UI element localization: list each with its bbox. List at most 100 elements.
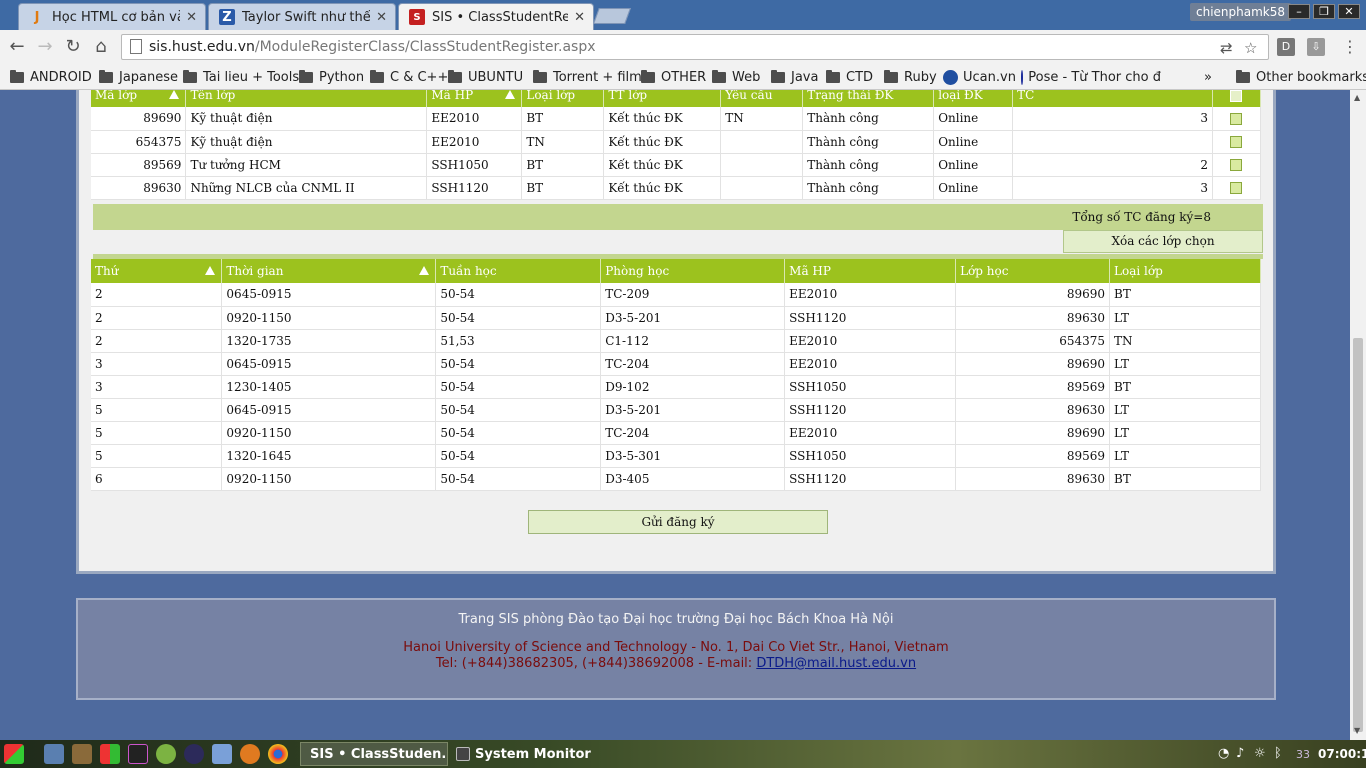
taskbar-task-sis[interactable]: SIS • ClassStuden... — [300, 742, 448, 766]
bookmark-python[interactable]: Python — [299, 67, 364, 87]
bookmarks-more-icon[interactable]: » — [1204, 67, 1212, 87]
row-checkbox[interactable] — [1230, 159, 1243, 171]
column-header[interactable]: Yêu cầu — [720, 90, 804, 107]
table-cell: SSH1120 — [426, 176, 523, 200]
column-header[interactable]: Loại lớp — [521, 90, 605, 107]
vertical-scrollbar[interactable]: ▲ ▼ — [1350, 90, 1366, 740]
wifi-icon[interactable]: ◔ — [1218, 746, 1229, 761]
tab-taylor[interactable]: Z Taylor Swift như thế nào ✕ — [208, 3, 396, 30]
scroll-up-icon[interactable]: ▲ — [1354, 93, 1360, 102]
table-cell: BT — [1109, 375, 1261, 399]
phpstorm-icon[interactable] — [128, 744, 148, 764]
bookmark-tailieu[interactable]: Tai lieu + Tools — [183, 67, 299, 87]
tab-title: Taylor Swift như thế nào — [242, 9, 371, 25]
maximize-button[interactable]: ❐ — [1313, 4, 1335, 19]
menu-icon[interactable]: ⋮ — [1342, 37, 1358, 56]
scrollbar-thumb[interactable] — [1353, 338, 1363, 732]
bookmark-ubuntu[interactable]: UBUNTU — [448, 67, 523, 87]
office-icon[interactable] — [100, 744, 120, 764]
column-header[interactable]: TC — [1012, 90, 1213, 107]
table-cell — [1012, 130, 1213, 154]
firefox-icon[interactable] — [240, 744, 260, 764]
image-viewer-icon[interactable] — [72, 744, 92, 764]
folder-icon — [771, 69, 785, 83]
folder-icon — [370, 69, 384, 83]
column-header[interactable]: Trạng thái ĐK — [802, 90, 935, 107]
file-manager-icon[interactable] — [44, 744, 64, 764]
table-cell: 3 — [1012, 176, 1213, 200]
bookmark-java[interactable]: Java — [771, 67, 818, 87]
volume-icon[interactable]: ♪ — [1236, 746, 1244, 761]
column-header[interactable]: loại ĐK — [933, 90, 1014, 107]
column-header[interactable]: TT lớp — [603, 90, 722, 107]
bookmark-other[interactable]: OTHER — [641, 67, 706, 87]
table-cell: 89690 — [955, 421, 1110, 445]
eclipse-icon[interactable] — [184, 744, 204, 764]
minimize-button[interactable]: – — [1288, 4, 1310, 19]
new-tab-button[interactable] — [593, 8, 631, 24]
reload-icon[interactable]: ↻ — [62, 36, 84, 58]
virtualbox-icon[interactable] — [212, 744, 232, 764]
column-header[interactable]: Mã HP — [784, 259, 957, 283]
close-window-button[interactable]: ✕ — [1338, 4, 1360, 19]
download-extension-icon[interactable]: ⇩ — [1307, 38, 1325, 56]
forward-icon[interactable]: → — [34, 36, 56, 58]
table-cell: TN — [521, 130, 605, 154]
close-icon[interactable]: ✕ — [376, 10, 387, 25]
extension-icon[interactable]: D — [1277, 38, 1295, 56]
close-icon[interactable]: ✕ — [574, 10, 585, 25]
row-checkbox[interactable] — [1230, 182, 1243, 194]
column-header[interactable]: Mã lớp — [91, 90, 187, 107]
table-cell: D3-5-201 — [600, 306, 786, 330]
start-menu-icon[interactable] — [4, 744, 24, 764]
translate-icon[interactable]: ⇄ — [1220, 39, 1233, 57]
bookmark-other-bookmarks[interactable]: Other bookmarks — [1236, 67, 1366, 87]
column-header[interactable]: Thời gian — [221, 259, 437, 283]
sort-arrow-icon — [169, 90, 180, 99]
table-cell: Kết thúc ĐK — [603, 176, 722, 200]
header-label: Mã HP — [789, 264, 831, 278]
page-viewport: Mã lớp Tên lớp Mã HP Loại lớp TT lớp Yêu… — [0, 90, 1350, 740]
bookmark-ucan[interactable]: Ucan.vn — [943, 67, 1016, 87]
star-icon[interactable]: ☆ — [1244, 39, 1257, 57]
footer-email-link[interactable]: DTDH@mail.hust.edu.vn — [756, 656, 916, 671]
bookmark-cpp[interactable]: C & C++ — [370, 67, 448, 87]
column-header[interactable]: Lớp học — [955, 259, 1110, 283]
tab-sis[interactable]: S SIS • ClassStudentRegis ✕ — [398, 3, 594, 30]
android-studio-icon[interactable] — [156, 744, 176, 764]
brightness-icon[interactable]: ☼ — [1254, 746, 1266, 761]
bookmark-torrent[interactable]: Torrent + film — [533, 67, 642, 87]
bookmark-web[interactable]: Web — [712, 67, 760, 87]
submit-registration-button[interactable]: Gửi đăng ký — [528, 510, 828, 534]
back-icon[interactable]: ← — [6, 36, 28, 58]
column-header[interactable]: Mã HP — [426, 90, 523, 107]
scroll-down-icon[interactable]: ▼ — [1354, 726, 1360, 735]
bluetooth-icon[interactable]: ᛒ — [1274, 746, 1282, 761]
row-checkbox[interactable] — [1230, 112, 1243, 125]
bookmark-label: Other bookmarks — [1256, 69, 1366, 85]
table-cell: 50-54 — [435, 306, 602, 330]
folder-icon — [826, 69, 840, 83]
column-header[interactable]: Phòng học — [600, 259, 786, 283]
column-header[interactable]: Tên lớp — [185, 90, 428, 107]
user-badge[interactable]: chienphamk58 — [1190, 3, 1292, 21]
tab-html[interactable]: J Học HTML cơ bản và nâ ✕ — [18, 3, 206, 30]
taskbar-task-monitor[interactable]: System Monitor — [452, 742, 600, 766]
bookmark-ctd[interactable]: CTD — [826, 67, 873, 87]
delete-selected-button[interactable]: Xóa các lớp chọn — [1063, 230, 1263, 253]
chrome-icon[interactable] — [268, 744, 288, 764]
table-header-row: Mã lớp Tên lớp Mã HP Loại lớp TT lớp Yêu… — [91, 90, 1262, 107]
bookmark-japanese[interactable]: Japanese — [99, 67, 178, 87]
column-header[interactable]: Loại lớp — [1109, 259, 1261, 283]
column-header[interactable]: Thứ — [91, 259, 223, 283]
address-bar[interactable]: sis.hust.edu.vn/ModuleRegisterClass/Clas… — [121, 34, 1269, 60]
column-header[interactable]: Tuần học — [435, 259, 602, 283]
home-icon[interactable]: ⌂ — [90, 36, 112, 58]
select-all-checkbox[interactable] — [1230, 90, 1243, 102]
row-checkbox[interactable] — [1230, 136, 1243, 148]
select-all-header[interactable] — [1212, 90, 1262, 107]
close-icon[interactable]: ✕ — [186, 10, 197, 25]
bookmark-android[interactable]: ANDROID — [10, 67, 92, 87]
bookmark-pose[interactable]: Pose - Từ Thor cho đ — [1021, 67, 1161, 87]
bookmark-ruby[interactable]: Ruby — [884, 67, 937, 87]
